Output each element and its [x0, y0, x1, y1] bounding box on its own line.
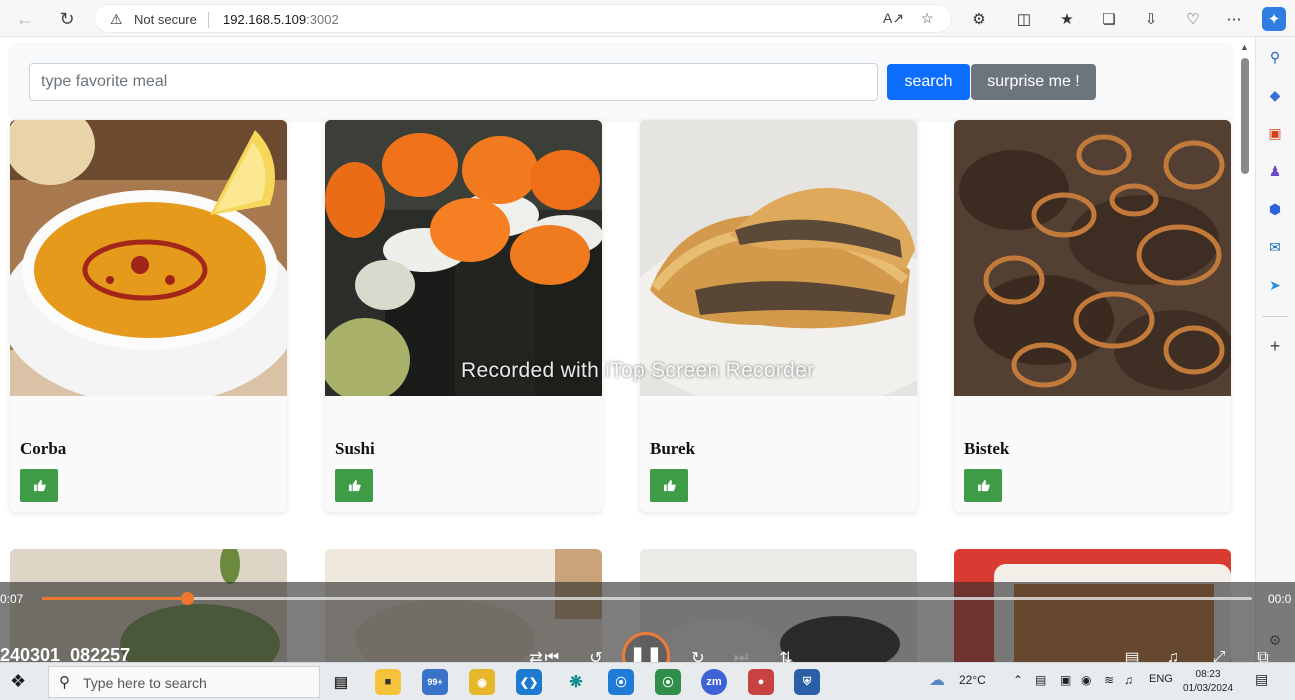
back-button[interactable]: ←	[12, 6, 38, 32]
volume-icon[interactable]: ♫	[1124, 673, 1133, 687]
meal-card: Corba	[10, 120, 287, 512]
taskbar-search-box[interactable]: ⚲ Type here to search	[48, 666, 320, 698]
warning-icon: ⚠	[110, 11, 123, 27]
search-icon: ⚲	[59, 674, 70, 691]
meal-image-sushi	[325, 120, 602, 396]
recorder-watermark: Recorded with iTop Screen Recorder	[461, 359, 815, 382]
thumbs-up-icon	[348, 479, 361, 491]
meal-title: Burek	[650, 439, 696, 458]
security-label[interactable]: Not secure	[134, 12, 197, 27]
page-content: search surprise me ! Corba	[0, 37, 1255, 662]
thumbs-up-icon	[977, 479, 990, 491]
file-explorer-icon[interactable]: ■	[375, 669, 401, 695]
security-app-icon[interactable]: ⛨	[794, 669, 820, 695]
favorites-icon[interactable]: ★	[1055, 7, 1079, 31]
tray-app-icon[interactable]: ▤	[1035, 673, 1046, 687]
browser-sidebar: ⚲ ◆ ▣ ♟ ⬢ ✉ ➤ + ⚙	[1255, 37, 1295, 662]
like-button[interactable]	[335, 469, 373, 502]
meal-title: Bistek	[964, 439, 1010, 458]
divider	[208, 12, 209, 28]
sidebar-divider	[1262, 316, 1288, 317]
search-icon[interactable]: ⚲	[1264, 46, 1286, 68]
meal-image-corba	[10, 120, 287, 396]
microsoft-365-icon[interactable]: ⬢	[1264, 198, 1286, 220]
vertical-scrollbar[interactable]: ▲	[1238, 40, 1252, 660]
meal-title: Sushi	[335, 439, 375, 458]
url-host: 192.168.5.109	[223, 12, 307, 27]
add-icon[interactable]: +	[1264, 335, 1286, 357]
scrollbar-thumb[interactable]	[1241, 58, 1249, 174]
like-button[interactable]	[20, 469, 58, 502]
downloads-icon[interactable]: ⇩	[1139, 7, 1163, 31]
copilot-icon[interactable]: ✦	[1262, 7, 1286, 31]
scroll-up-arrow-icon[interactable]: ▲	[1240, 42, 1249, 52]
games-icon[interactable]: ♟	[1264, 160, 1286, 182]
show-hidden-icons[interactable]: ⌃	[1013, 673, 1023, 687]
language-indicator[interactable]: ENG	[1149, 673, 1173, 685]
search-input[interactable]	[29, 63, 878, 101]
seek-progress	[42, 597, 188, 600]
split-screen-icon[interactable]: ◫	[1012, 7, 1036, 31]
meal-card: Bistek	[954, 120, 1231, 512]
send-icon[interactable]: ➤	[1264, 274, 1286, 296]
meal-image-bistek	[954, 120, 1231, 396]
like-button[interactable]	[964, 469, 1002, 502]
video-player-controls: 0:07 00:0 240301_082257 ⇄ ⏮ ↺ ❚❚ ↻ ⏭ ⇅ ▤…	[0, 582, 1295, 680]
refresh-button[interactable]: ↻	[54, 6, 80, 32]
weather-icon[interactable]: ☁	[929, 670, 945, 690]
mail-icon[interactable]: 99+	[422, 669, 448, 695]
system-clock[interactable]: 08:23 01/03/2024	[1183, 668, 1233, 696]
windows-start-icon[interactable]: ❖	[10, 671, 26, 692]
elapsed-time: 0:07	[0, 592, 24, 606]
meal-card: Sushi	[325, 120, 602, 512]
seek-handle[interactable]	[181, 592, 195, 605]
url-port: :3002	[306, 12, 339, 27]
surprise-button[interactable]: surprise me !	[971, 64, 1096, 100]
thumbs-up-icon	[663, 479, 676, 491]
browser-toolbar: ← ↻ ⚠ Not secure 192.168.5.109:3002 A↗ ☆…	[0, 0, 1295, 37]
favorite-star-icon[interactable]: ☆	[921, 10, 934, 27]
weather-temperature[interactable]: 22°C	[959, 673, 986, 687]
network-tool-icon[interactable]: ❋	[563, 669, 589, 695]
chrome-icon[interactable]: ◉	[469, 669, 495, 695]
collections-icon[interactable]: ❏	[1097, 7, 1121, 31]
task-view-icon[interactable]: ▤	[328, 669, 354, 695]
tray-app-icon[interactable]: ▣	[1060, 673, 1071, 687]
tray-app-icon[interactable]: ◉	[1081, 673, 1091, 687]
search-panel: search surprise me !	[10, 43, 1232, 119]
meal-card: Burek	[640, 120, 917, 512]
edge-profile-icon[interactable]: ⦿	[655, 669, 681, 695]
url-text[interactable]: 192.168.5.109:3002	[223, 12, 339, 27]
windows-taskbar: ❖ ⚲ Type here to search ▤ ■ 99+ ◉ ❮❯ ❋ ⦿…	[0, 662, 1295, 700]
search-button[interactable]: search	[887, 64, 970, 100]
seek-bar[interactable]	[42, 592, 1252, 605]
address-bar[interactable]: ⚠ Not secure 192.168.5.109:3002 A↗ ☆	[94, 4, 952, 33]
zoom-label: zm	[706, 676, 722, 688]
taskbar-search-placeholder: Type here to search	[83, 675, 207, 691]
screen-recorder-icon[interactable]: ●	[748, 669, 774, 695]
meal-title: Corba	[20, 439, 67, 458]
clock-time: 08:23	[1195, 669, 1221, 680]
read-aloud-icon[interactable]: A↗	[883, 10, 904, 27]
extensions-icon[interactable]: ⚙	[967, 7, 991, 31]
vscode-icon[interactable]: ❮❯	[516, 669, 542, 695]
total-time: 00:0	[1268, 592, 1292, 606]
outlook-icon[interactable]: ✉	[1264, 236, 1286, 258]
shopping-tag-icon[interactable]: ◆	[1264, 84, 1286, 106]
browser-essentials-icon[interactable]: ♡	[1181, 7, 1205, 31]
clock-date: 01/03/2024	[1183, 683, 1234, 694]
zoom-app-icon[interactable]: zm	[701, 669, 727, 695]
more-menu-icon[interactable]: ⋯	[1222, 7, 1246, 31]
thumbs-up-icon	[33, 479, 46, 491]
like-button[interactable]	[650, 469, 688, 502]
notifications-icon[interactable]: ▤	[1255, 671, 1268, 688]
wifi-icon[interactable]: ≋	[1104, 673, 1114, 687]
edge-icon[interactable]: ⦿	[608, 669, 634, 695]
meal-image-burek	[640, 120, 917, 396]
tools-icon[interactable]: ▣	[1264, 122, 1286, 144]
mail-badge: 99+	[427, 677, 443, 687]
